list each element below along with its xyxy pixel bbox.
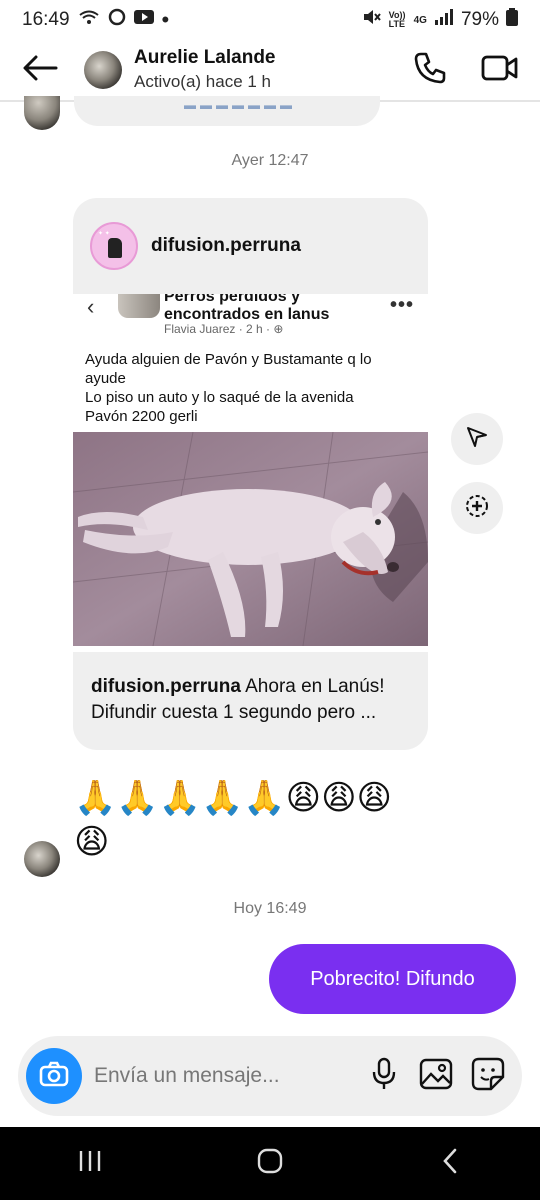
send-icon (465, 425, 489, 454)
group-thumbnail (118, 294, 160, 318)
microphone-icon (370, 1057, 398, 1096)
contact-avatar-small (24, 841, 60, 877)
post-author-avatar[interactable]: ✦ ✦ (90, 222, 138, 270)
phone-icon (413, 51, 447, 90)
post-text-line: Ayuda alguien de Pavón y Bustamante q lo (85, 351, 372, 368)
home-button[interactable] (240, 1134, 300, 1194)
sticker-button[interactable] (466, 1054, 510, 1098)
battery-level: 79% (460, 9, 499, 30)
contact-avatar[interactable] (84, 51, 122, 89)
own-message-bubble[interactable]: Pobrecito! Difundo (269, 944, 516, 1014)
voice-call-button[interactable] (404, 44, 456, 96)
post-image[interactable]: ‹ Perros perdidos y encontrados en lanus… (73, 294, 428, 652)
shared-post-header[interactable]: ✦ ✦ difusion.perruna (73, 198, 428, 294)
camera-icon (39, 1061, 69, 1092)
group-name: Perros perdidos y encontrados en lanus (164, 294, 330, 323)
sticker-icon (471, 1057, 505, 1096)
contact-status: Activo(a) hace 1 h (134, 72, 272, 91)
chevron-left-icon: ‹ (87, 294, 95, 319)
share-post-button[interactable] (451, 413, 503, 465)
post-text-line: ayude (85, 370, 126, 387)
message-input[interactable] (94, 1056, 354, 1096)
contact-info[interactable]: Aurelie Lalande Activo(a) hace 1 h (134, 46, 276, 94)
previous-message-bubble[interactable]: ▬▬▬▬▬▬▬ (74, 96, 380, 126)
notification-dot-icon: • (161, 7, 170, 32)
status-bar: 16:49 • Vo)) LTE 4G 79% (0, 0, 540, 40)
add-circle-icon (464, 493, 490, 524)
previous-message-fragment: ▬▬▬▬▬▬▬ (184, 98, 296, 112)
sync-icon (108, 8, 126, 32)
message-composer (18, 1036, 522, 1116)
chevron-left-icon (440, 1147, 460, 1180)
post-caption: difusion.perruna Ahora en Lanús! Difundi… (91, 674, 416, 726)
network-type-label: 4G (413, 14, 427, 26)
image-icon (419, 1058, 453, 1095)
signal-icon (434, 9, 454, 31)
arrow-left-icon (22, 55, 58, 86)
gallery-button[interactable] (414, 1054, 458, 1098)
add-post-button[interactable] (451, 482, 503, 534)
dog-photo (73, 432, 428, 646)
home-icon (256, 1147, 284, 1180)
status-time: 16:49 (22, 9, 70, 30)
recent-apps-icon (77, 1149, 103, 1178)
post-text: Ayuda alguien de Pavón y Bustamante q lo… (85, 350, 415, 426)
volte-label: Vo)) LTE (388, 10, 406, 29)
system-nav-bar (0, 1127, 540, 1200)
youtube-icon (133, 9, 154, 31)
camera-button[interactable] (26, 1048, 82, 1104)
post-meta: Flavia Juarez · 2 h · ⊕ (164, 322, 284, 336)
caption-username: difusion.perruna (91, 676, 241, 697)
recent-apps-button[interactable] (60, 1134, 120, 1194)
video-call-button[interactable] (474, 44, 526, 96)
system-back-button[interactable] (420, 1134, 480, 1194)
contact-avatar-small (24, 96, 60, 130)
timestamp-yesterday: Ayer 12:47 (231, 152, 309, 169)
battery-icon (506, 8, 518, 32)
more-options-icon: ••• (389, 294, 414, 316)
contact-name: Aurelie Lalande (134, 47, 276, 68)
video-camera-icon (481, 53, 519, 88)
shared-post[interactable]: ✦ ✦ difusion.perruna ‹ Perros perdidos y… (73, 198, 428, 750)
timestamp-today: Hoy 16:49 (233, 900, 307, 917)
back-button[interactable] (0, 39, 80, 101)
voice-message-button[interactable] (362, 1054, 406, 1098)
mute-icon (362, 8, 382, 32)
emoji-message[interactable]: 🙏🙏🙏🙏🙏😩😩😩😩 (74, 776, 394, 864)
post-author-username[interactable]: difusion.perruna (151, 235, 301, 257)
wifi-call-icon (78, 10, 100, 30)
post-text-line: Lo piso un auto y lo saqué de la avenida (85, 389, 354, 406)
chat-header: Aurelie Lalande Activo(a) hace 1 h (0, 40, 540, 102)
post-text-line: Pavón 2200 gerli (85, 408, 198, 425)
